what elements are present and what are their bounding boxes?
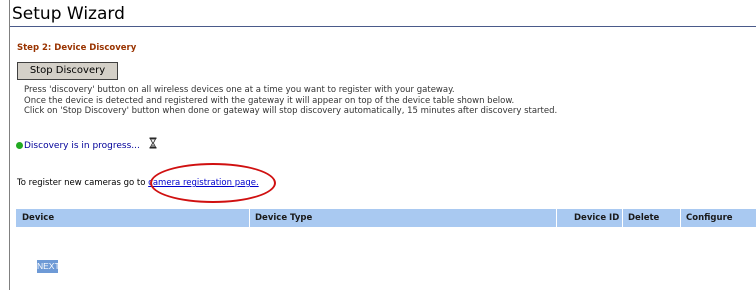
annotation-ellipse xyxy=(150,163,276,203)
instructions: Press 'discovery' button on all wireless… xyxy=(24,85,557,117)
status-indicator-icon xyxy=(16,142,23,149)
device-table-header: Device Device Type Device ID Delete Conf… xyxy=(16,209,756,227)
instruction-line: Once the device is detected and register… xyxy=(24,95,515,106)
register-prefix: To register new cameras go to xyxy=(17,178,149,188)
title-divider xyxy=(10,26,756,27)
next-button[interactable]: NEXT xyxy=(37,260,60,273)
column-device-type: Device Type xyxy=(255,213,313,223)
discovery-status: Discovery is in progress... xyxy=(16,137,157,151)
column-divider xyxy=(249,209,250,227)
column-device: Device xyxy=(22,213,55,223)
column-divider xyxy=(680,209,681,227)
column-divider xyxy=(556,209,557,227)
step-heading: Step 2: Device Discovery xyxy=(17,43,137,53)
hourglass-icon xyxy=(149,137,157,154)
stop-discovery-button[interactable]: Stop Discovery xyxy=(17,62,118,80)
column-configure: Configure xyxy=(686,213,733,223)
instruction-line: Press 'discovery' button on all wireless… xyxy=(24,85,455,95)
column-delete: Delete xyxy=(628,213,660,223)
instruction-line: Click on 'Stop Discovery' button when do… xyxy=(24,106,558,116)
column-device-id: Device ID xyxy=(574,213,620,223)
column-divider xyxy=(622,209,623,227)
page-title: Setup Wizard xyxy=(12,4,125,24)
status-text: Discovery is in progress... xyxy=(24,141,140,151)
